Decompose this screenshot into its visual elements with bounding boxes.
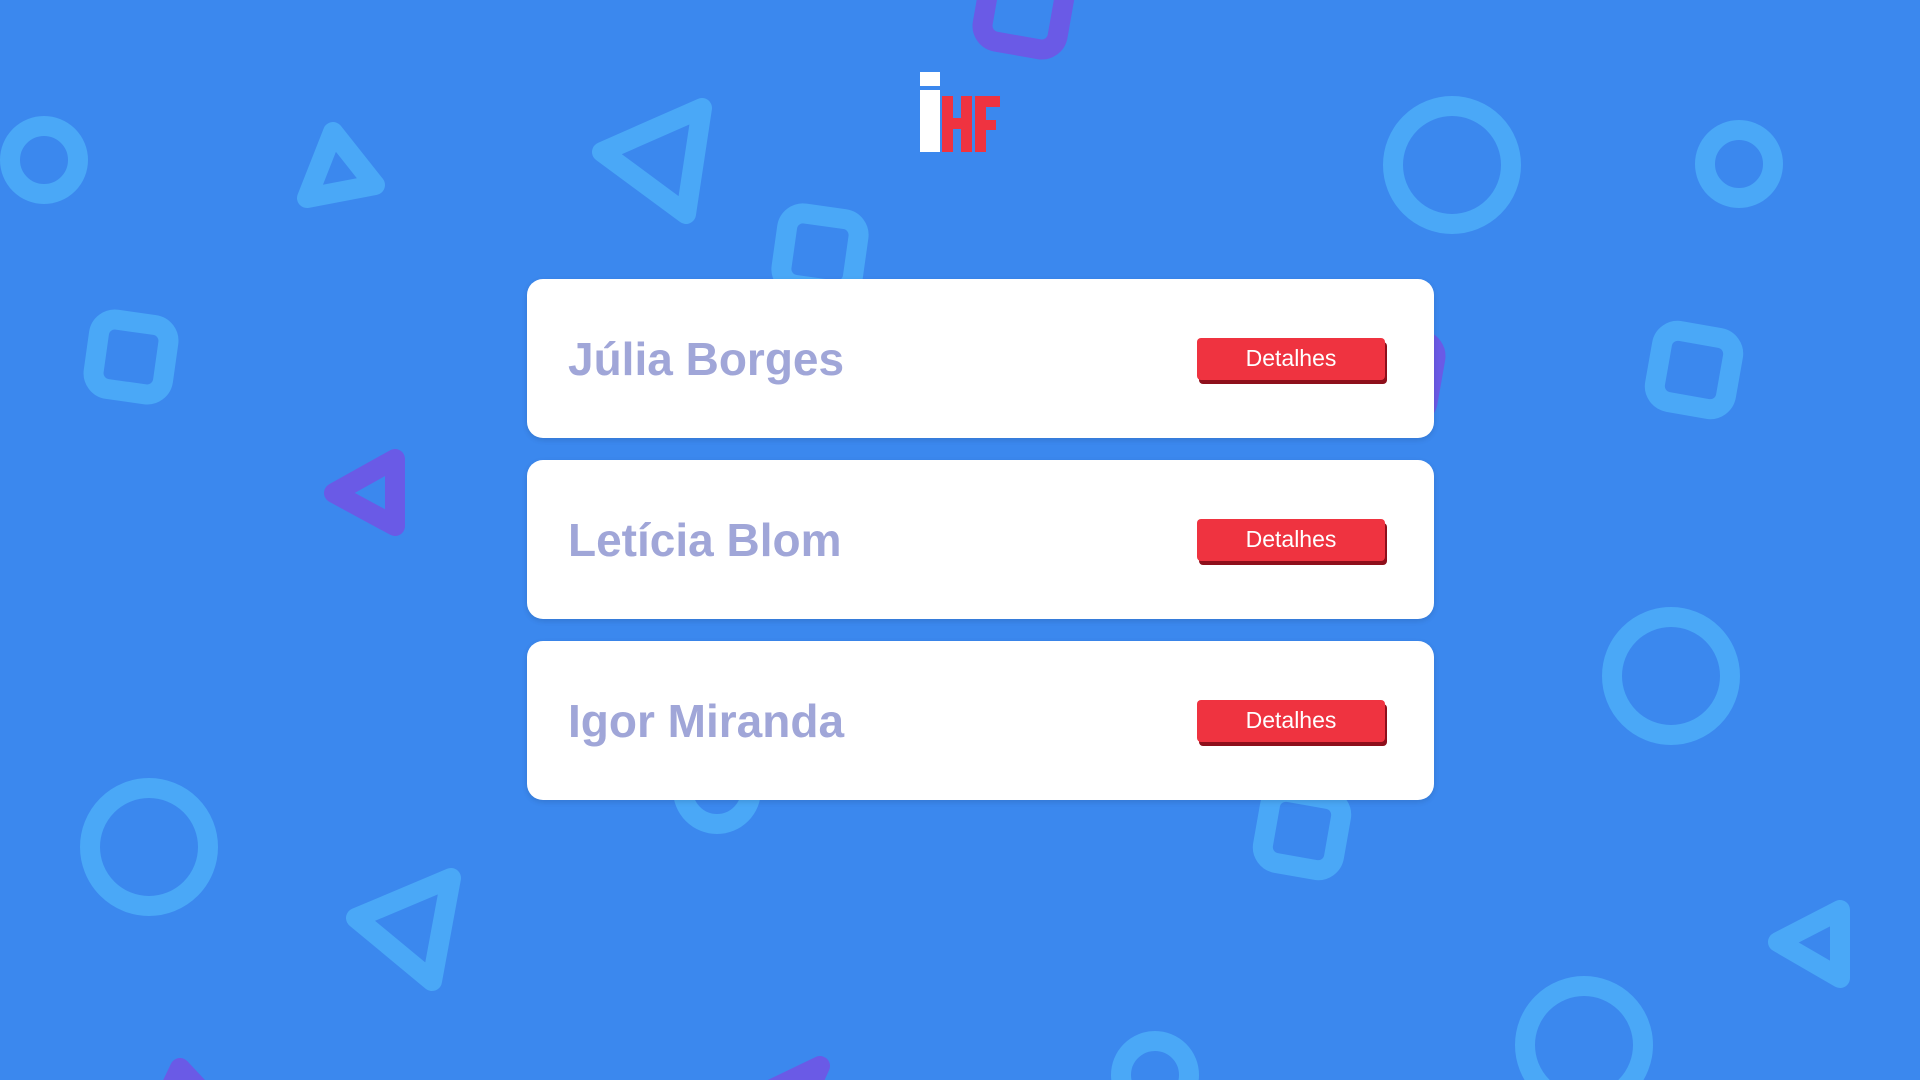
circle-shape — [1111, 1031, 1199, 1080]
circle-shape — [80, 778, 218, 916]
details-button[interactable]: Detalhes — [1197, 337, 1385, 380]
triangle-shape — [324, 449, 405, 536]
person-card: Letícia Blom Detalhes — [527, 460, 1434, 619]
person-card: Igor Miranda Detalhes — [527, 641, 1434, 800]
circle-shape — [1383, 96, 1521, 234]
triangle-shape — [767, 1056, 830, 1080]
square-shape — [1644, 320, 1744, 420]
circle-shape — [1602, 607, 1740, 745]
triangle-shape — [592, 98, 712, 224]
details-button[interactable]: Detalhes — [1197, 699, 1385, 742]
person-name: Júlia Borges — [568, 332, 845, 385]
circle-shape — [0, 116, 88, 204]
circle-shape — [1515, 976, 1653, 1080]
person-name: Igor Miranda — [568, 694, 845, 747]
person-name: Letícia Blom — [568, 513, 842, 566]
square-shape — [83, 309, 179, 405]
circle-shape — [1695, 120, 1783, 208]
person-card: Júlia Borges Detalhes — [527, 279, 1434, 438]
triangle-shape — [297, 122, 385, 208]
ihf-logo — [918, 70, 1002, 154]
details-button[interactable]: Detalhes — [1197, 518, 1385, 561]
square-shape — [972, 0, 1076, 60]
person-list: Júlia Borges Detalhes Letícia Blom Detal… — [527, 279, 1434, 822]
triangle-shape — [163, 1058, 205, 1080]
triangle-shape — [1768, 900, 1850, 988]
triangle-shape — [346, 868, 461, 991]
